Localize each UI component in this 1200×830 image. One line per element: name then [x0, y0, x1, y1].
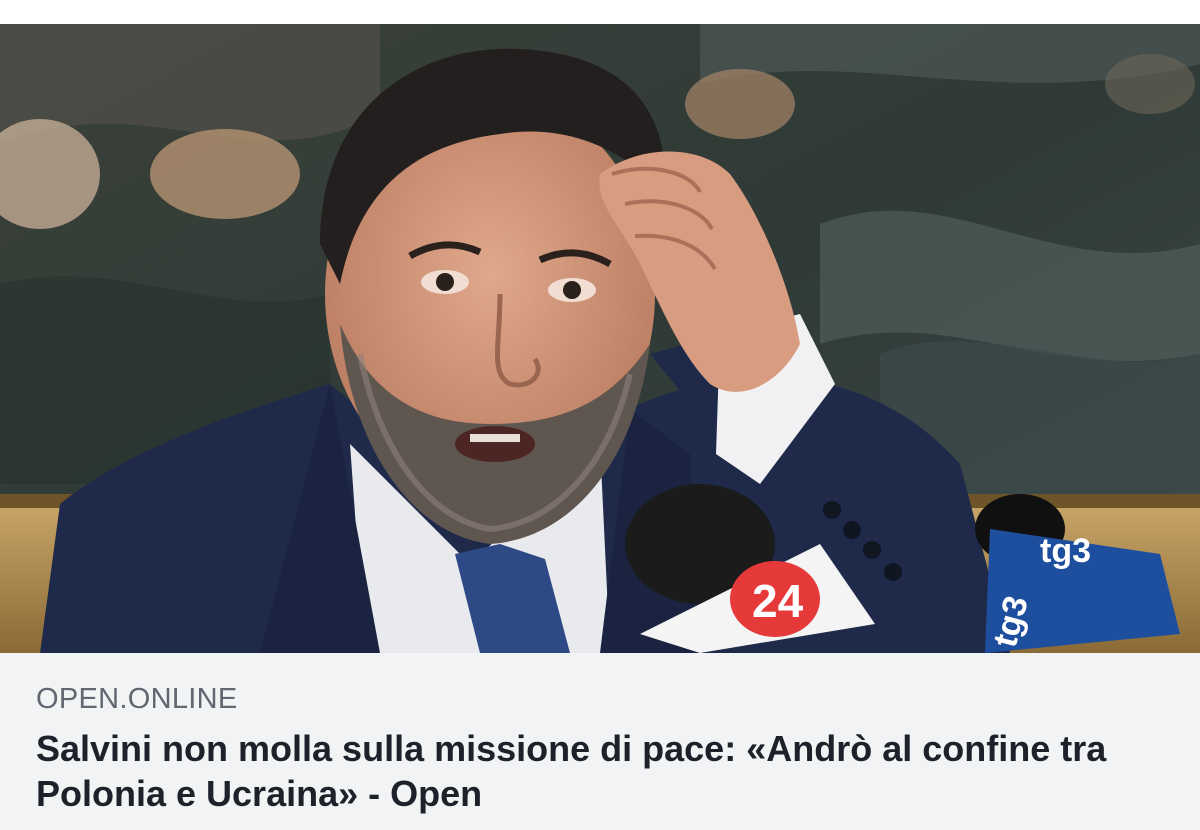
source-domain: OPEN.ONLINE — [36, 683, 238, 715]
article-image[interactable]: 24 tg3 tg3 — [0, 24, 1200, 653]
mic-24-label: 24 — [752, 575, 804, 627]
link-preview-card[interactable]: 24 tg3 tg3 OPEN.ONLINE Salvini non molla… — [0, 0, 1200, 830]
top-strip — [0, 0, 1200, 24]
mic-tg3-label: tg3 — [1040, 532, 1091, 570]
press-conference-photo-icon: 24 tg3 tg3 — [0, 24, 1200, 653]
article-headline[interactable]: Salvini non molla sulla missione di pace… — [36, 726, 1146, 816]
link-caption[interactable]: OPEN.ONLINE Salvini non molla sulla miss… — [0, 653, 1200, 830]
